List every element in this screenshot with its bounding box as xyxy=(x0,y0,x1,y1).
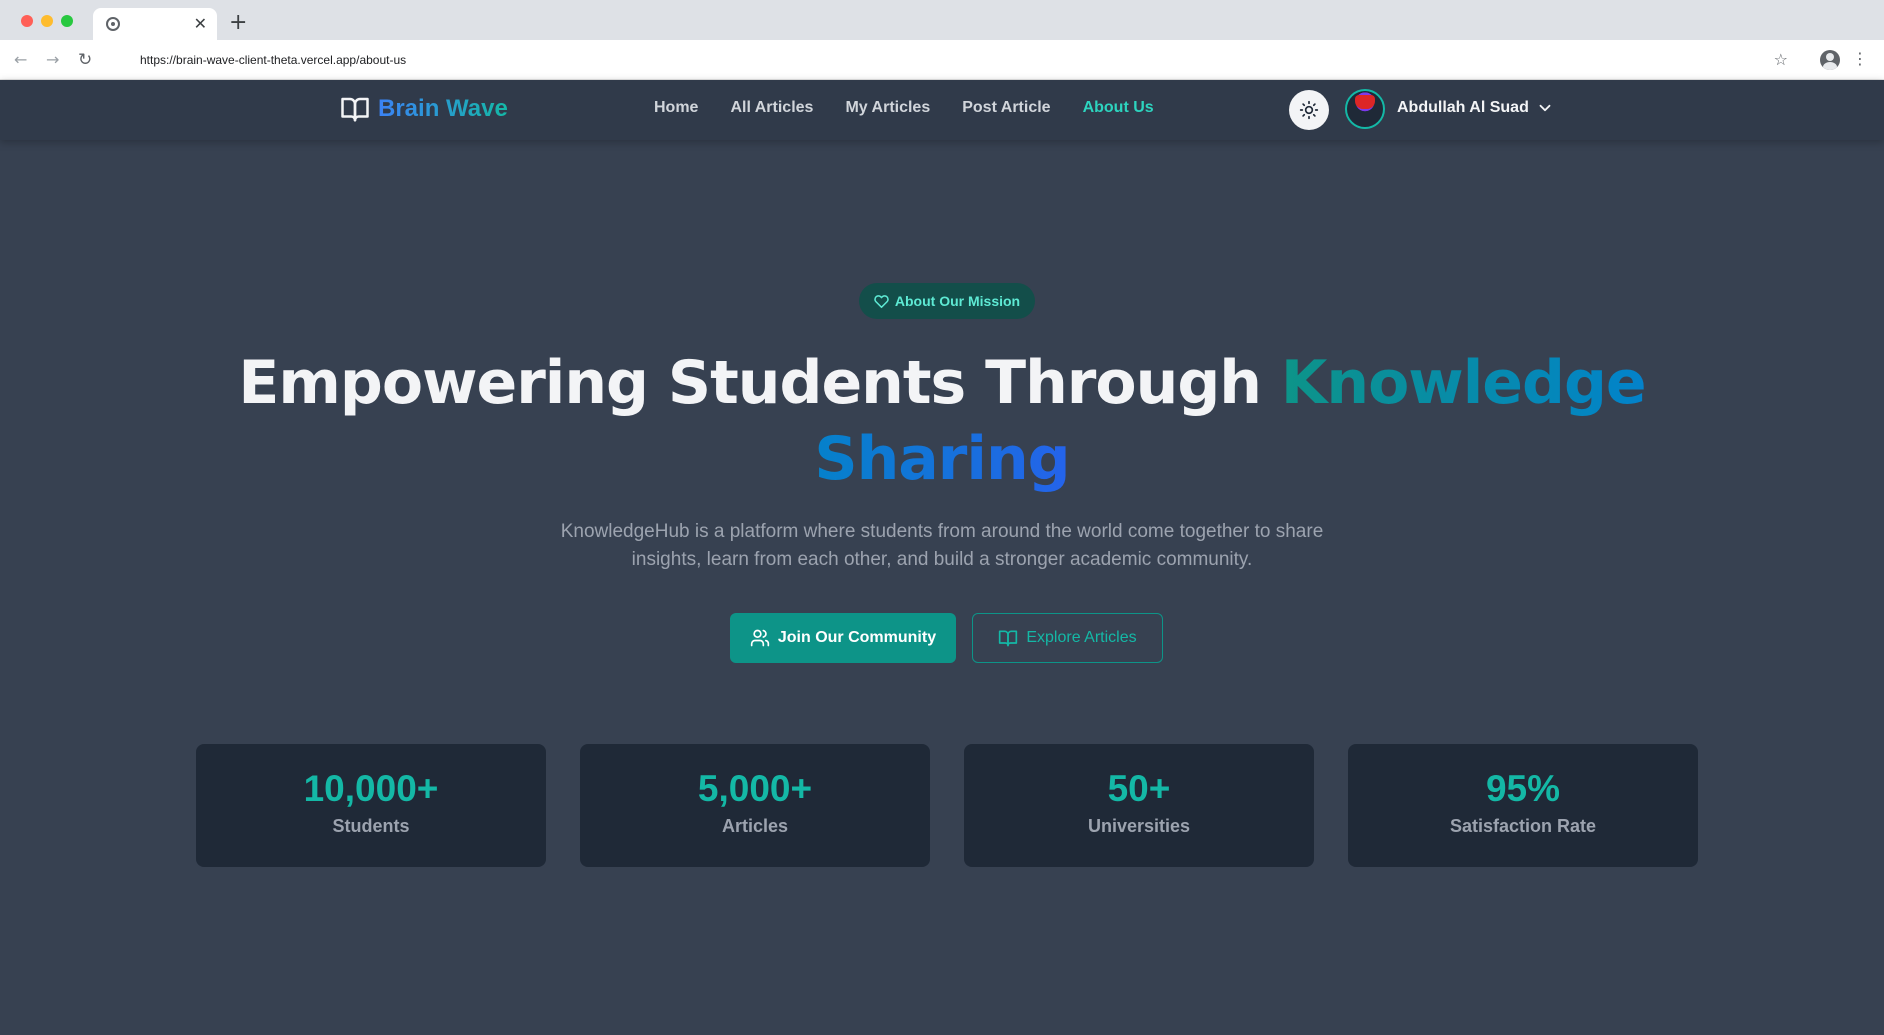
logo-text: Brain Wave xyxy=(378,95,508,122)
hero-description: KnowledgeHub is a platform where student… xyxy=(560,521,1324,570)
nav-link-my-articles[interactable]: My Articles xyxy=(845,99,930,117)
stat-card-articles: 5,000+ Articles xyxy=(580,744,930,867)
stat-value: 50+ xyxy=(1107,768,1171,809)
more-menu-icon[interactable]: ⋮ xyxy=(1852,49,1868,68)
nav-links: Home All Articles My Articles Post Artic… xyxy=(654,99,1154,117)
nav-link-about-us[interactable]: About Us xyxy=(1083,99,1154,117)
profile-icon[interactable] xyxy=(1820,50,1840,70)
stat-card-universities: 50+ Universities xyxy=(964,744,1314,867)
url-text[interactable]: https://brain-wave-client-theta.vercel.a… xyxy=(140,53,406,67)
book-icon xyxy=(999,630,1018,647)
join-community-button[interactable]: Join Our Community xyxy=(730,613,956,663)
maximize-window-button[interactable] xyxy=(61,15,73,27)
join-community-label: Join Our Community xyxy=(777,629,937,646)
explore-articles-label: Explore Articles xyxy=(1026,629,1137,646)
minimize-window-button[interactable] xyxy=(41,15,53,27)
theme-toggle-button[interactable] xyxy=(1289,90,1329,130)
avatar[interactable] xyxy=(1345,89,1385,129)
users-icon xyxy=(750,629,770,647)
browser-tab-bar: ✕ + xyxy=(0,0,1884,40)
stat-card-students: 10,000+ Students xyxy=(196,744,546,867)
close-window-button[interactable] xyxy=(21,15,33,27)
chrome-favicon-icon xyxy=(106,17,120,31)
forward-arrow-icon[interactable]: → xyxy=(46,50,59,69)
stat-value: 95% xyxy=(1485,768,1561,809)
chevron-down-icon[interactable] xyxy=(1536,99,1554,117)
stat-label: Universities xyxy=(1087,816,1191,836)
browser-toolbar: ← → ↻ https://brain-wave-client-theta.ve… xyxy=(0,40,1884,80)
address-bar[interactable]: https://brain-wave-client-theta.vercel.a… xyxy=(108,46,1778,74)
window-controls xyxy=(21,15,73,27)
hero-title-plain: Empowering Students Through xyxy=(238,348,1281,418)
nav-link-home[interactable]: Home xyxy=(654,99,698,117)
stat-label: Students xyxy=(332,816,410,836)
mission-badge: About Our Mission xyxy=(859,283,1035,319)
stat-value: 5,000+ xyxy=(697,768,813,809)
browser-tab[interactable]: ✕ xyxy=(93,8,217,40)
site-logo[interactable]: Brain Wave xyxy=(340,94,508,124)
user-name[interactable]: Abdullah Al Suad xyxy=(1397,99,1529,117)
stat-value: 10,000+ xyxy=(303,768,439,809)
new-tab-icon[interactable]: + xyxy=(229,10,247,35)
book-open-icon xyxy=(341,97,369,122)
back-arrow-icon[interactable]: ← xyxy=(14,50,27,69)
explore-articles-button[interactable]: Explore Articles xyxy=(972,613,1163,663)
nav-link-post-article[interactable]: Post Article xyxy=(962,99,1050,117)
tab-close-icon[interactable]: ✕ xyxy=(194,14,207,33)
heart-icon xyxy=(874,294,889,308)
stat-card-satisfaction: 95% Satisfaction Rate xyxy=(1348,744,1698,867)
reload-icon[interactable]: ↻ xyxy=(78,50,92,70)
bookmark-star-icon[interactable]: ☆ xyxy=(1774,50,1788,69)
stat-label: Articles xyxy=(721,816,789,836)
mission-badge-label: About Our Mission xyxy=(894,293,1021,309)
sun-icon xyxy=(1299,100,1319,120)
hero-title: Empowering Students Through Knowledge Sh… xyxy=(150,345,1734,497)
nav-link-all-articles[interactable]: All Articles xyxy=(730,99,813,117)
site-navbar: Brain Wave Home All Articles My Articles… xyxy=(0,80,1884,140)
stat-label: Satisfaction Rate xyxy=(1449,816,1597,836)
